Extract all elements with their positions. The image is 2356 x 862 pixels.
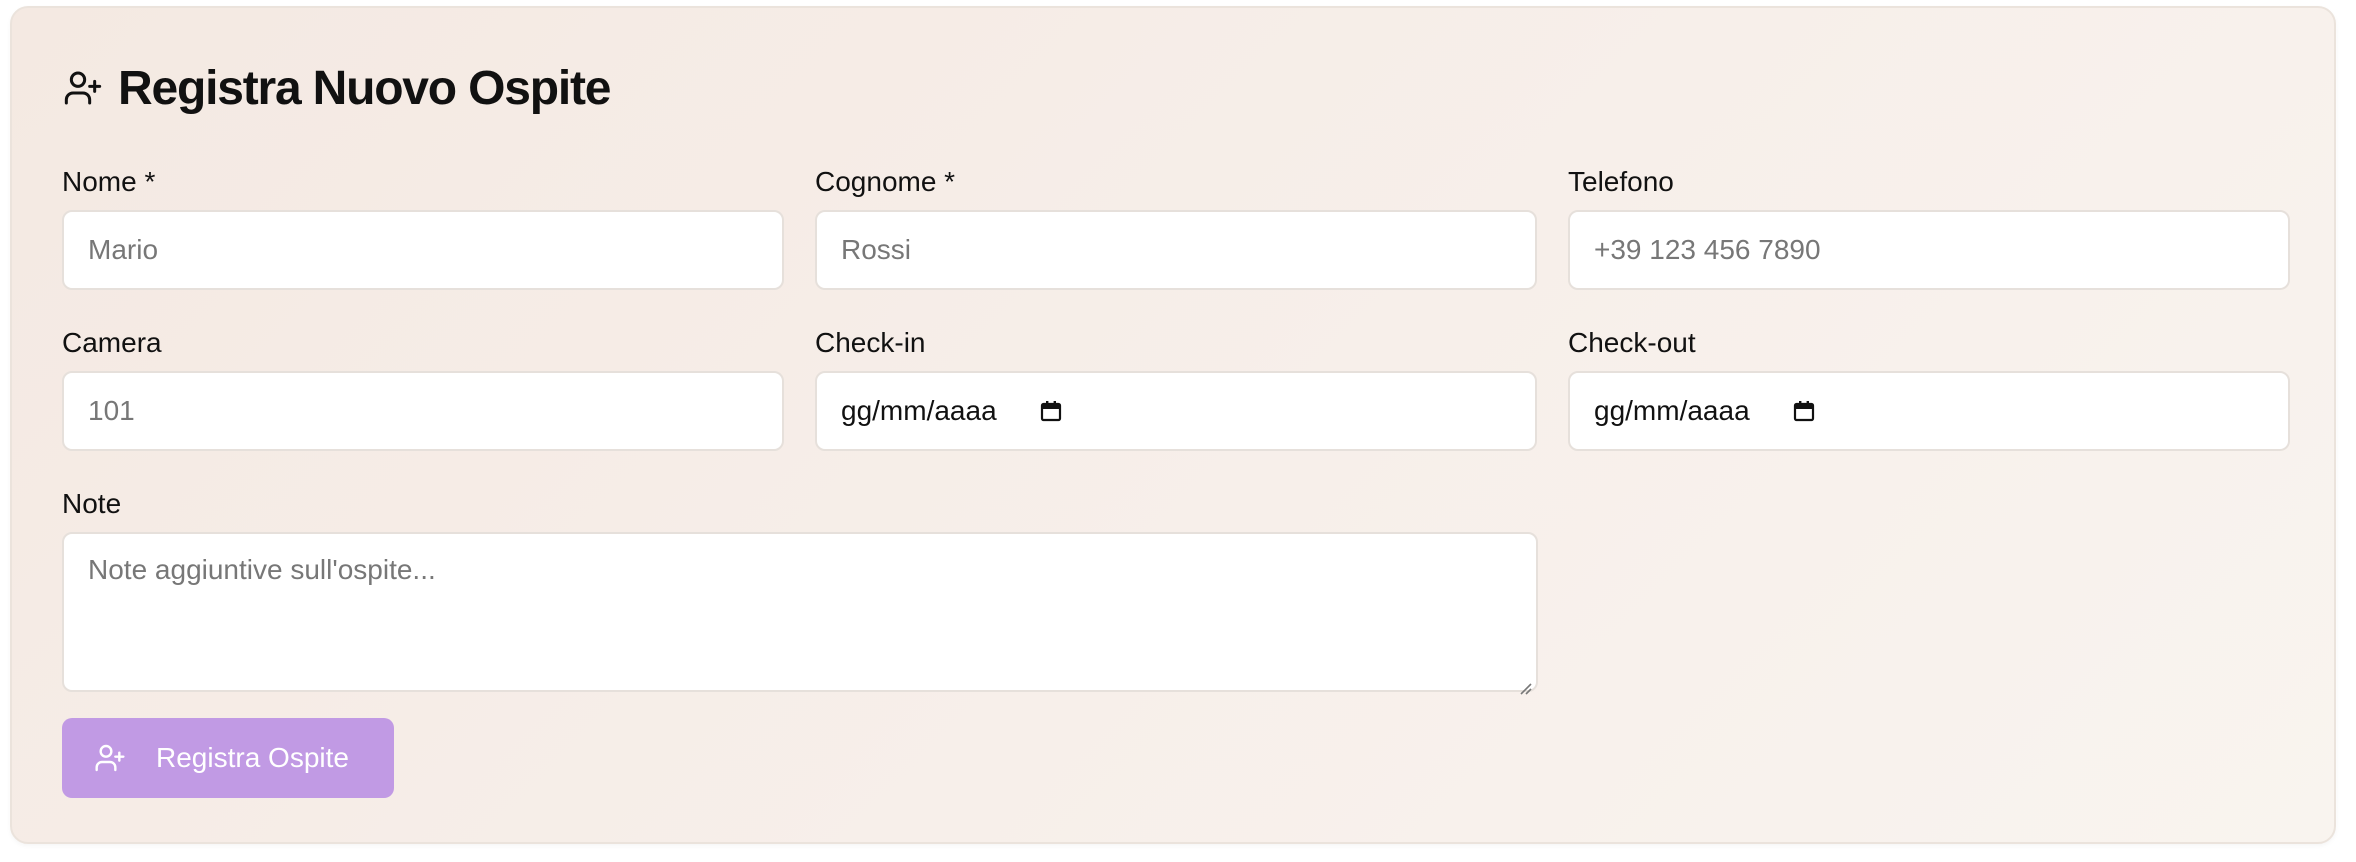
- cognome-input[interactable]: Rossi: [815, 210, 1537, 290]
- calendar-icon[interactable]: [1790, 397, 1818, 425]
- camera-input[interactable]: 101: [62, 371, 784, 451]
- guest-registration-card: Registra Nuovo Ospite Nome * Mario Cogno…: [10, 6, 2336, 844]
- register-guest-button[interactable]: Registra Ospite: [62, 718, 394, 798]
- register-guest-button-label: Registra Ospite: [156, 742, 349, 773]
- nome-label: Nome *: [62, 166, 156, 197]
- calendar-icon[interactable]: [1037, 397, 1065, 425]
- checkout-label: Check-out: [1568, 327, 1696, 358]
- resize-handle-icon[interactable]: [1517, 671, 1533, 695]
- note-field-group: Note Note aggiuntive sull'ospite...: [62, 488, 1538, 695]
- checkout-date-input[interactable]: gg/mm/aaaa: [1568, 371, 2290, 451]
- note-label: Note: [62, 488, 122, 519]
- checkin-field-group: Check-in gg/mm/aaaa: [815, 329, 1537, 451]
- user-plus-icon: [62, 67, 104, 109]
- user-plus-icon: [92, 740, 128, 776]
- telefono-label: Telefono: [1568, 166, 1674, 197]
- checkout-date-value: gg/mm/aaaa: [1594, 395, 1750, 426]
- checkin-date-input[interactable]: gg/mm/aaaa: [815, 371, 1537, 451]
- note-placeholder: Note aggiuntive sull'ospite...: [88, 554, 436, 585]
- telefono-field-group: Telefono +39 123 456 7890: [1568, 168, 2290, 290]
- note-textarea[interactable]: Note aggiuntive sull'ospite...: [62, 532, 1538, 695]
- telefono-input[interactable]: +39 123 456 7890: [1568, 210, 2290, 290]
- page-title: Registra Nuovo Ospite: [118, 61, 611, 115]
- checkin-date-value: gg/mm/aaaa: [841, 395, 997, 426]
- checkin-label: Check-in: [815, 327, 926, 358]
- camera-label: Camera: [62, 327, 162, 358]
- camera-field-group: Camera 101: [62, 329, 784, 451]
- nome-input[interactable]: Mario: [62, 210, 784, 290]
- nome-field-group: Nome * Mario: [62, 168, 784, 290]
- cognome-label: Cognome *: [815, 166, 956, 197]
- form-header: Registra Nuovo Ospite: [62, 58, 611, 118]
- cognome-field-group: Cognome * Rossi: [815, 168, 1537, 290]
- checkout-field-group: Check-out gg/mm/aaaa: [1568, 329, 2290, 451]
